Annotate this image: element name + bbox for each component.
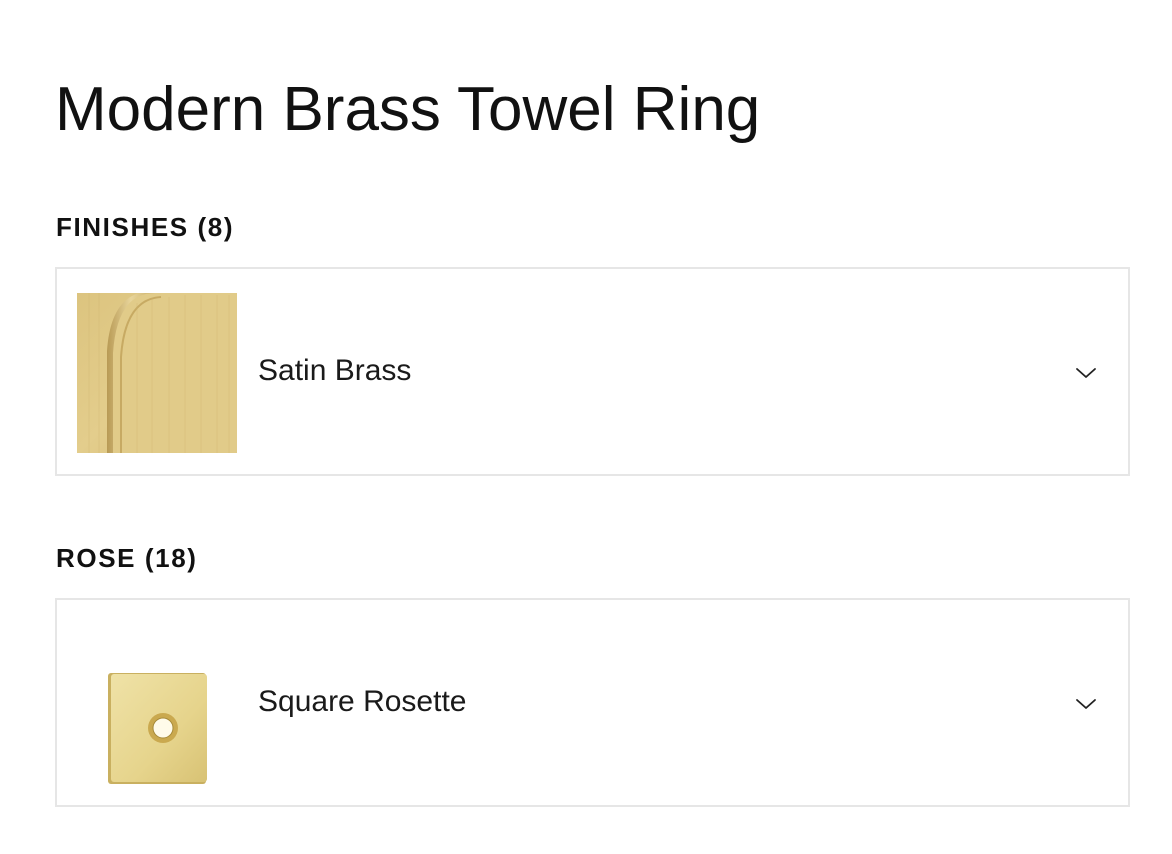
rose-heading: ROSE (18) (56, 543, 198, 573)
finishes-heading: FINISHES (8) (56, 212, 235, 242)
square-rosette-thumbnail (77, 624, 237, 784)
finish-selector[interactable]: Satin Brass (55, 267, 1130, 476)
satin-brass-swatch (77, 293, 237, 453)
selected-finish-label: Satin Brass (258, 354, 412, 387)
selected-rose-label: Square Rosette (258, 685, 467, 718)
chevron-down-icon[interactable] (1074, 692, 1098, 716)
rose-selector[interactable]: Square Rosette (55, 598, 1130, 807)
product-title: Modern Brass Towel Ring (55, 75, 761, 144)
chevron-down-icon[interactable] (1074, 361, 1098, 385)
